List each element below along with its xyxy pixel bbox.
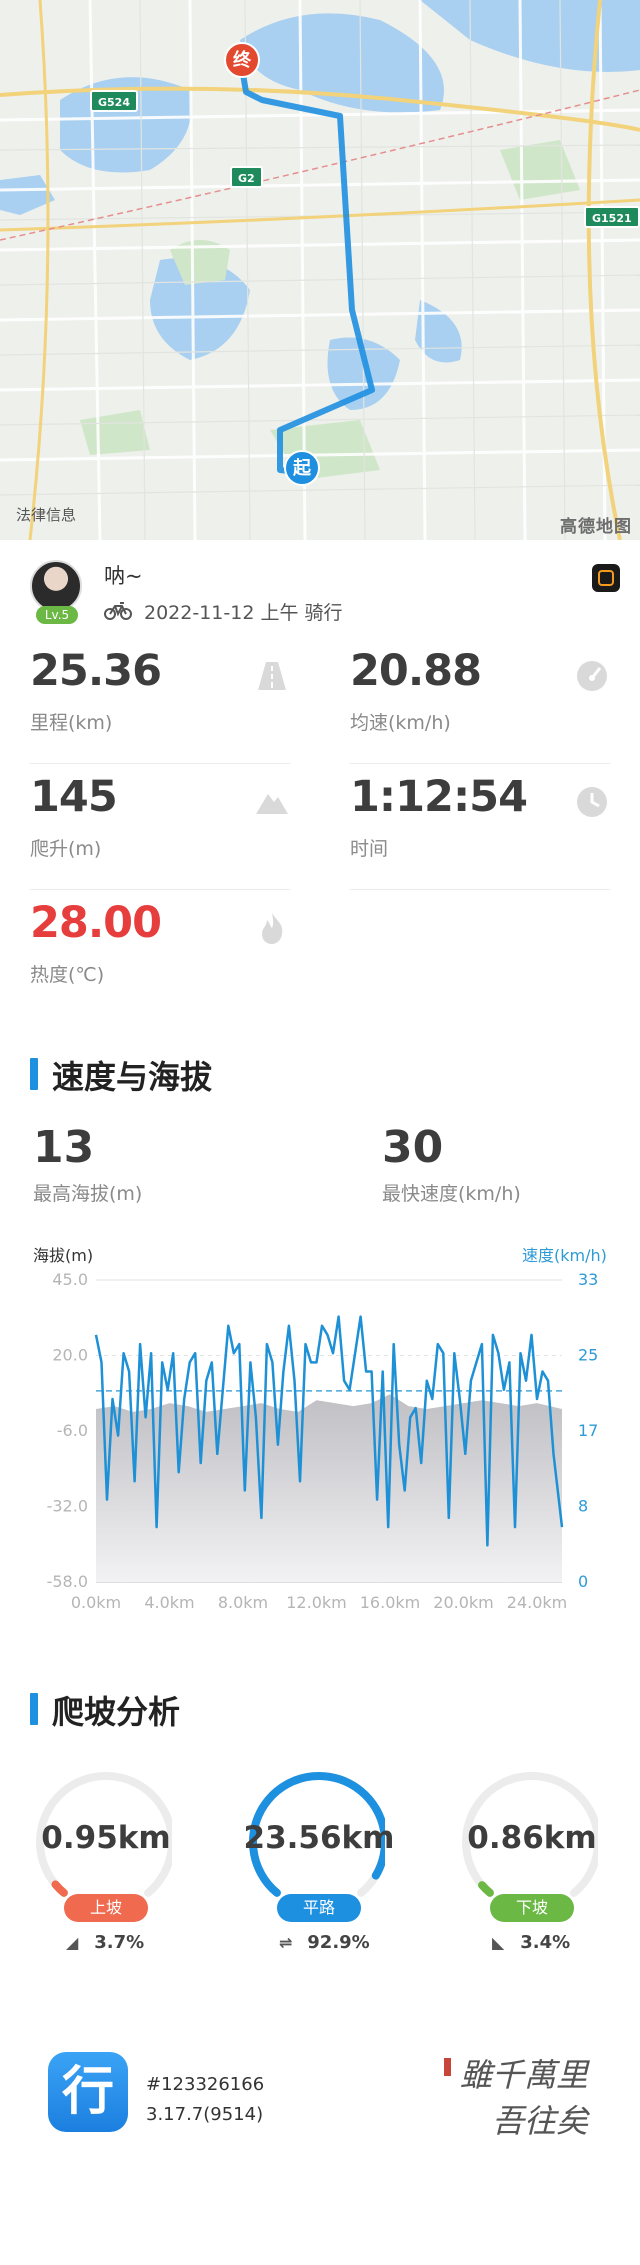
y-left-tick: -58.0 <box>47 1572 88 1591</box>
route-map[interactable]: G524 G2 G1521 终 起 法律信息 高德地图 <box>0 0 640 540</box>
app-badge-icon[interactable] <box>592 564 620 592</box>
max-altitude-value: 13 <box>33 1122 95 1173</box>
altitude-area <box>96 1394 562 1582</box>
speed-axis-title: 速度(km/h) <box>522 1246 607 1265</box>
x-tick: 20.0km <box>433 1593 493 1612</box>
climb-tag: 下坡 <box>490 1894 574 1922</box>
x-tick: 4.0km <box>144 1593 194 1612</box>
legal-info-link[interactable]: 法律信息 <box>16 504 76 525</box>
road-sign-g2: G2 <box>230 166 263 188</box>
climb-tag: 上坡 <box>64 1894 148 1922</box>
climb-percent: 92.9% <box>301 1932 370 1953</box>
speed-altitude-title: 速度与海拔 <box>30 1052 212 1098</box>
stat-climb-label: 爬升(m) <box>30 838 102 860</box>
stat-climb: 145 爬升(m) <box>30 764 290 890</box>
level-badge: Lv.5 <box>36 606 78 624</box>
y-right-tick: 25 <box>578 1346 598 1365</box>
y-left-tick: 45.0 <box>52 1270 88 1289</box>
calligraphy-line-2: 吾往矣 <box>492 2102 591 2140</box>
climb-percent-row: ⇌ 92.9% <box>279 1932 370 1953</box>
max-speed-stat: 30 最快速度(km/h) <box>382 1122 521 1206</box>
calligraphy-seal: 雖千萬里 吾往矣 <box>444 2056 591 2140</box>
max-speed-value: 30 <box>382 1122 444 1173</box>
climb-distance-value: 0.86km <box>467 1820 597 1856</box>
stat-duration-value: 1:12:54 <box>350 772 528 822</box>
y-right-tick: 0 <box>578 1572 588 1591</box>
app-version: 3.17.7(9514) <box>146 2104 264 2125</box>
stat-duration: 1:12:54 时间 <box>350 764 610 890</box>
speedometer-icon <box>577 661 607 691</box>
climb-percent: 3.4% <box>514 1932 571 1953</box>
stat-heat: 28.00 热度(℃) <box>30 890 290 1016</box>
stat-avg-speed-label: 均速(km/h) <box>350 712 451 734</box>
stat-climb-value: 145 <box>30 772 118 822</box>
clock-icon <box>577 787 607 817</box>
climb-distance-value: 23.56km <box>243 1820 395 1856</box>
climb-percent-row: ◢ 3.7% <box>66 1932 144 1953</box>
flat-road-icon: ⇌ <box>279 1933 293 1952</box>
y-left-tick: 20.0 <box>52 1346 88 1365</box>
flame-icon <box>262 913 283 944</box>
climb-tag: 平路 <box>277 1894 361 1922</box>
stat-duration-label: 时间 <box>350 838 389 860</box>
max-altitude-stat: 13 最高海拔(m) <box>33 1122 142 1206</box>
end-pin[interactable]: 终 <box>224 42 260 78</box>
altitude-axis-title: 海拔(m) <box>33 1246 94 1265</box>
stat-distance-value: 25.36 <box>30 646 162 696</box>
x-tick: 0.0km <box>71 1593 121 1612</box>
climb-percent: 3.7% <box>88 1932 145 1953</box>
map-canvas <box>0 0 640 540</box>
x-tick: 8.0km <box>218 1593 268 1612</box>
y-left-tick: -6.0 <box>57 1421 88 1440</box>
y-right-tick: 8 <box>578 1497 588 1516</box>
app-logo[interactable]: 行 <box>48 2052 128 2132</box>
max-speed-label: 最快速度(km/h) <box>382 1183 521 1205</box>
y-left-tick: -32.0 <box>47 1497 88 1516</box>
road-sign-g524: G524 <box>90 90 138 112</box>
x-tick: 16.0km <box>360 1593 420 1612</box>
speed-altitude-chart[interactable]: 45.0 33 20.0 25 -6.0 17 -32.0 8 -58.0 0 0.0km 4.0km… <box>0 1270 640 1630</box>
activity-date-type: 2022-11-12 上午 骑行 <box>144 602 343 624</box>
avatar[interactable] <box>30 560 82 612</box>
max-altitude-label: 最高海拔(m) <box>33 1183 143 1205</box>
stat-heat-value: 28.00 <box>30 898 162 948</box>
calligraphy-line-1: 雖千萬里 <box>460 2056 590 2094</box>
climb-distance-value: 0.95km <box>41 1820 171 1856</box>
climb-percent-row: ◣ 3.4% <box>492 1932 570 1953</box>
stat-avg-speed-value: 20.88 <box>350 646 482 696</box>
bicycle-icon <box>104 602 132 620</box>
map-brand-logo: 高德地图 <box>560 517 632 537</box>
climb-analysis-title: 爬坡分析 <box>30 1687 180 1733</box>
activity-header: Lv.5 呐~ 2022-11-12 上午 骑行 <box>0 540 640 635</box>
x-tick: 12.0km <box>286 1593 346 1612</box>
stat-distance: 25.36 里程(km) <box>30 638 290 764</box>
username: 呐~ <box>104 564 143 588</box>
y-right-tick: 17 <box>578 1421 598 1440</box>
x-tick: 24.0km <box>507 1593 567 1612</box>
stat-distance-label: 里程(km) <box>30 712 113 734</box>
stat-heat-label: 热度(℃) <box>30 964 105 986</box>
road-sign-g1521: G1521 <box>584 206 640 228</box>
downhill-icon: ◣ <box>492 1933 505 1952</box>
y-right-tick: 33 <box>578 1270 598 1289</box>
road-icon <box>258 662 286 690</box>
uphill-icon: ◢ <box>66 1933 79 1952</box>
stat-avg-speed: 20.88 均速(km/h) <box>350 638 610 764</box>
mountain-icon <box>256 794 288 814</box>
start-pin[interactable]: 起 <box>284 450 320 486</box>
record-id: #123326166 <box>146 2074 265 2095</box>
